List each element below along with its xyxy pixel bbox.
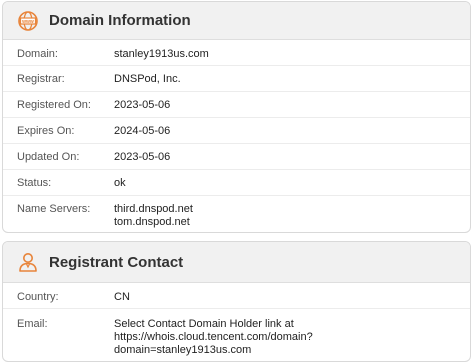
domain-value: stanley1913us.com: [114, 48, 209, 60]
expires-on-row: Expires On: 2024-05-06: [3, 118, 470, 144]
email-value: Select Contact Domain Holder link at htt…: [114, 318, 313, 356]
registrant-contact-card: Registrant Contact Country: CN Email: Se…: [2, 241, 471, 362]
registrant-contact-header: Registrant Contact: [3, 242, 470, 283]
domain-row: Domain: stanley1913us.com: [3, 40, 470, 66]
name-servers-label: Name Servers:: [17, 203, 91, 215]
status-value: ok: [114, 177, 126, 189]
status-label: Status:: [17, 177, 52, 189]
updated-on-value: 2023-05-06: [114, 151, 171, 163]
registered-on-label: Registered On:: [17, 99, 91, 111]
registered-on-row: Registered On: 2023-05-06: [3, 92, 470, 118]
email-label: Email:: [17, 318, 48, 330]
email-line-1: Select Contact Domain Holder link at: [114, 318, 294, 330]
registrar-value: DNSPod, Inc.: [114, 73, 181, 85]
country-row: Country: CN: [3, 283, 470, 309]
domain-information-header: www Domain Information: [3, 2, 470, 40]
name-servers-row: Name Servers: third.dnspod.net tom.dnspo…: [3, 196, 470, 232]
email-line-2: https://whois.cloud.tencent.com/domain?: [114, 331, 313, 343]
registered-on-value: 2023-05-06: [114, 99, 171, 111]
name-server-1: third.dnspod.net: [114, 203, 193, 215]
domain-information-card: www Domain Information Domain: stanley19…: [2, 1, 471, 233]
domain-label: Domain:: [17, 48, 58, 60]
expires-on-value: 2024-05-06: [114, 125, 171, 137]
status-row: Status: ok: [3, 170, 470, 196]
country-value: CN: [114, 291, 130, 303]
page-title: Domain Information: [49, 12, 191, 29]
expires-on-label: Expires On:: [17, 125, 75, 137]
name-servers-value: third.dnspod.net tom.dnspod.net: [114, 203, 193, 229]
registrar-row: Registrar: DNSPod, Inc.: [3, 66, 470, 92]
globe-icon: www: [17, 10, 39, 32]
updated-on-label: Updated On:: [17, 151, 80, 163]
svg-text:www: www: [21, 18, 34, 24]
user-icon: [17, 251, 39, 273]
section-title: Registrant Contact: [49, 253, 184, 271]
email-row: Email: Select Contact Domain Holder link…: [3, 309, 470, 361]
registrar-label: Registrar:: [17, 73, 65, 85]
email-line-3: domain=stanley1913us.com: [114, 344, 252, 356]
updated-on-row: Updated On: 2023-05-06: [3, 144, 470, 170]
country-label: Country:: [17, 291, 59, 303]
name-server-2: tom.dnspod.net: [114, 216, 190, 228]
